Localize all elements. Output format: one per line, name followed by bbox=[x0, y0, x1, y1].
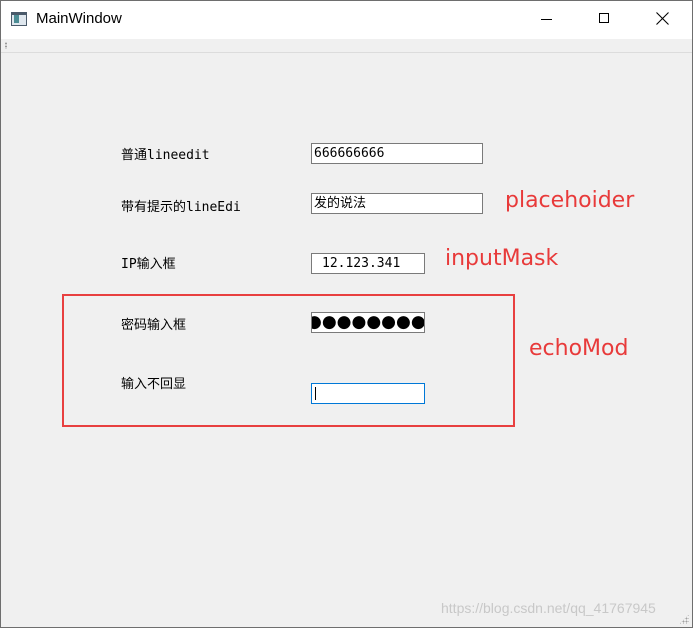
toolbar-grip-icon[interactable] bbox=[5, 42, 7, 49]
password-lineedit-label: 密码输入框 bbox=[121, 318, 187, 333]
password-lineedit[interactable]: ●●●●●●●● bbox=[311, 312, 425, 333]
noecho-lineedit[interactable] bbox=[311, 383, 425, 404]
text-caret bbox=[315, 387, 316, 400]
normal-lineedit[interactable]: 666666666 bbox=[311, 143, 483, 164]
main-window: MainWindow 普通lineedit 666666666 带有提示的lin… bbox=[0, 0, 693, 628]
app-window-icon bbox=[11, 12, 27, 26]
window-title: MainWindow bbox=[36, 10, 122, 27]
ip-lineedit-label: IP输入框 bbox=[121, 257, 176, 272]
ip-lineedit[interactable]: 12.123.341 bbox=[311, 253, 425, 274]
menu-bar bbox=[1, 39, 692, 53]
noecho-lineedit-label: 输入不回显 bbox=[121, 377, 187, 392]
watermark: https://blog.csdn.net/qq_41767945 bbox=[441, 600, 656, 616]
maximize-icon bbox=[599, 13, 609, 23]
placeholder-lineedit-label: 带有提示的lineEdi bbox=[121, 200, 241, 215]
ip-lineedit-value: 12.123.341 bbox=[322, 256, 401, 271]
title-bar[interactable]: MainWindow bbox=[1, 1, 692, 39]
maximize-button[interactable] bbox=[581, 1, 627, 37]
close-button[interactable] bbox=[639, 1, 685, 37]
annotation-echo-mode: echoMod bbox=[529, 336, 629, 361]
minimize-icon bbox=[541, 19, 552, 20]
close-icon bbox=[656, 12, 669, 25]
normal-lineedit-label: 普通lineedit bbox=[121, 148, 210, 163]
annotation-placeholder: placehoider bbox=[505, 188, 635, 213]
password-lineedit-masked: ●●●●●●●● bbox=[311, 312, 425, 332]
placeholder-lineedit-text: 发的说法 bbox=[314, 196, 367, 211]
placeholder-lineedit[interactable]: 发的说法 bbox=[311, 193, 483, 214]
resize-grip-icon[interactable] bbox=[679, 614, 689, 624]
annotation-input-mask: inputMask bbox=[445, 246, 559, 271]
normal-lineedit-value: 666666666 bbox=[314, 146, 385, 161]
minimize-button[interactable] bbox=[523, 1, 569, 37]
